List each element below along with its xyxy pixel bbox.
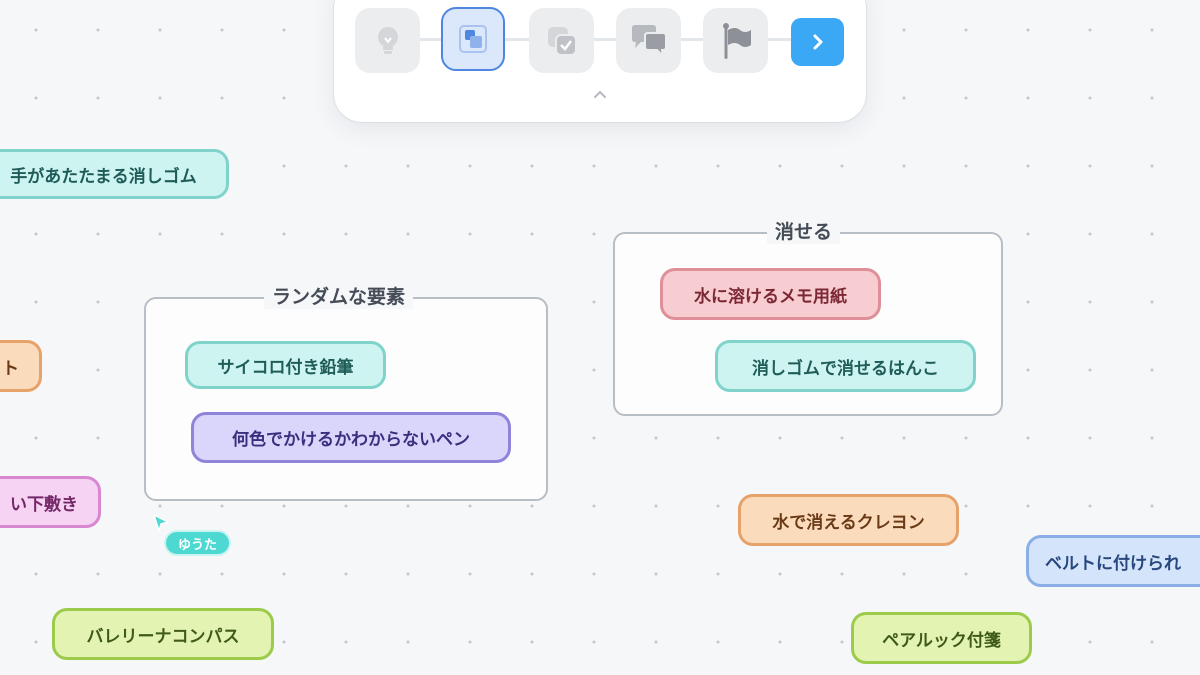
idea-card-mystery-color-pen[interactable]: 何色でかけるかわからないペン: [191, 412, 511, 463]
step-group-button[interactable]: [441, 7, 505, 71]
idea-card-water-crayon[interactable]: 水で消えるクレヨン: [738, 494, 959, 546]
next-step-button[interactable]: [791, 18, 844, 66]
idea-card-dissolving-memo[interactable]: 水に溶けるメモ用紙: [660, 268, 881, 320]
group-squares-icon: [459, 25, 487, 53]
step-discuss-button[interactable]: [616, 8, 681, 73]
collapse-toolbar-button[interactable]: [592, 85, 608, 104]
idea-card-belt-item[interactable]: ベルトに付けられ: [1026, 535, 1200, 587]
idea-card-dice-pencil[interactable]: サイコロ付き鉛筆: [185, 341, 386, 389]
idea-card-erasable-stamp[interactable]: 消しゴムで消せるはんこ: [715, 340, 976, 392]
idea-card-pair-sticky[interactable]: ペアルック付箋: [851, 612, 1032, 664]
idea-card-warm-eraser[interactable]: 手があたたまる消しゴム: [0, 149, 229, 199]
group-title: ランダムな要素: [264, 285, 414, 309]
lightbulb-icon: [377, 26, 398, 54]
flag-icon: [722, 22, 751, 59]
idea-card-partial-orange[interactable]: ト: [0, 340, 42, 392]
chevron-up-icon: [594, 90, 606, 98]
cursor-arrow-icon: [153, 514, 169, 532]
collaborator-name-tag: ゆうた: [164, 530, 232, 556]
step-toolbar: [334, 0, 866, 122]
group-title: 消せる: [767, 220, 841, 244]
idea-card-shitajiki[interactable]: い下敷き: [0, 476, 101, 528]
step-check-button[interactable]: [529, 8, 594, 73]
checked-squares-icon: [547, 26, 577, 56]
step-idea-button[interactable]: [355, 8, 420, 73]
idea-card-ballerina-compass[interactable]: バレリーナコンパス: [52, 608, 274, 660]
chevron-right-icon: [813, 34, 822, 50]
group-random-elements[interactable]: ランダムな要素: [144, 285, 548, 501]
step-goal-button[interactable]: [703, 8, 768, 73]
chat-bubbles-icon: [631, 24, 667, 59]
